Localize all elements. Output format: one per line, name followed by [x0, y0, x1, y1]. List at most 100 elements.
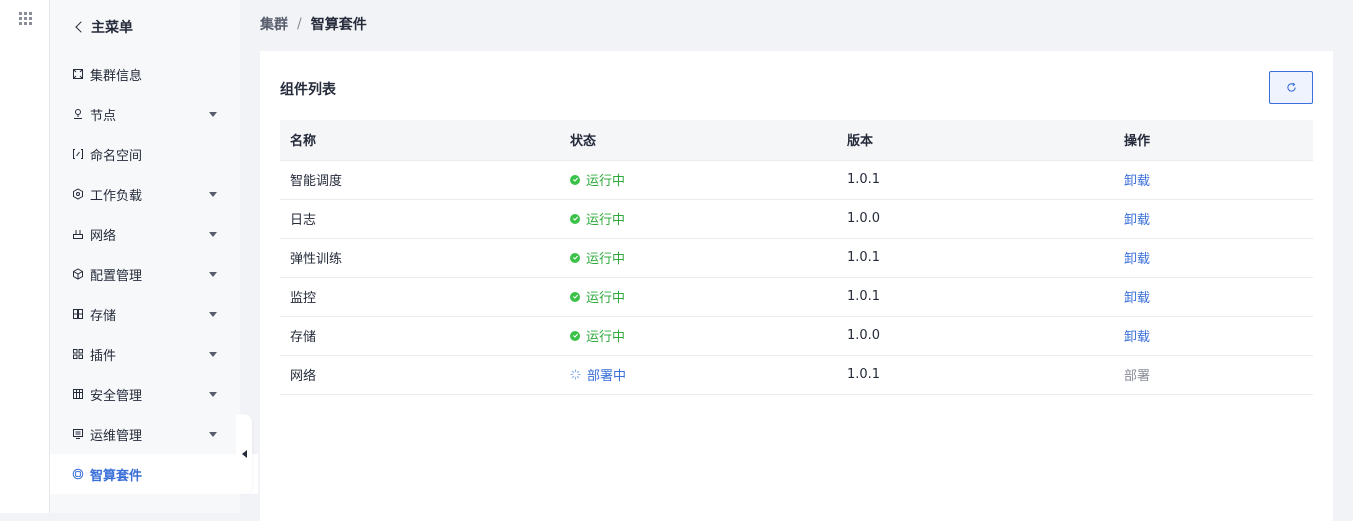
refresh-icon: [1286, 82, 1296, 92]
table-row: 弹性训练 运行中 1.0.1 卸载: [280, 238, 1313, 277]
collapse-arrow-icon: [242, 450, 247, 458]
sidebar-item-namespace[interactable]: 命名空间: [50, 134, 240, 174]
component-version: 1.0.1: [847, 289, 881, 304]
sidebar-item-config[interactable]: 配置管理: [50, 254, 240, 294]
check-circle-icon: [570, 291, 580, 302]
sidebar-menu: 集群信息节点命名空间工作负载网络配置管理 存储插件安全管理运维管理智算套件: [50, 54, 258, 494]
sidebar-item-plugin[interactable]: 插件: [50, 334, 240, 374]
status-cell: 运行中: [560, 160, 837, 199]
table-row: 存储 运行中 1.0.0 卸载: [280, 316, 1313, 355]
chevron-down-icon[interactable]: [209, 352, 217, 357]
table-row: 网络 部署中 1.0.1 部署: [280, 355, 1313, 394]
refresh-button[interactable]: [1269, 71, 1313, 104]
status-cell: 运行中: [560, 277, 837, 316]
ops-icon: [72, 428, 84, 440]
actions-cell: 部署: [1114, 355, 1313, 394]
breadcrumb-cluster-link[interactable]: 集群: [260, 14, 288, 34]
component-name: 网络: [290, 369, 317, 384]
status-cell: 运行中: [560, 199, 837, 238]
loading-spinner-icon: [570, 369, 581, 380]
uninstall-action[interactable]: 卸载: [1124, 291, 1150, 306]
status-label: 部署中: [587, 369, 627, 384]
security-icon: [72, 388, 84, 400]
status-label: 运行中: [586, 252, 626, 267]
breadcrumb-separator: /: [297, 16, 302, 32]
component-name: 日志: [290, 213, 317, 228]
table-row: 监控 运行中 1.0.1 卸载: [280, 277, 1313, 316]
status-badge: 运行中: [570, 326, 625, 345]
sidebar-item-storage[interactable]: 存储: [50, 294, 240, 334]
component-version: 1.0.1: [847, 172, 881, 187]
status-badge: 运行中: [570, 248, 625, 267]
breadcrumb-current: 智算套件: [310, 17, 367, 33]
card-title: 组件列表: [280, 82, 336, 98]
sidebar-item-ai-suite[interactable]: 智算套件: [50, 454, 258, 494]
uninstall-action[interactable]: 卸载: [1124, 252, 1150, 267]
component-table: 名称 状态 版本 操作 智能调度 运行中 1.0.1 卸载 日志 运行中 1.0.0 卸载 弹性…: [280, 120, 1313, 395]
plugin-icon: [72, 348, 84, 360]
chevron-down-icon[interactable]: [209, 432, 217, 437]
chevron-down-icon[interactable]: [209, 232, 217, 237]
sidebar-item-ops[interactable]: 运维管理: [50, 414, 240, 454]
check-circle-icon: [570, 252, 580, 263]
sidebar-item-label: 智算套件: [90, 468, 143, 484]
sidebar-item-label: 安全管理: [90, 388, 143, 404]
sidebar-item-security[interactable]: 安全管理: [50, 374, 240, 414]
column-header-version: 版本: [847, 134, 874, 150]
uninstall-action[interactable]: 卸载: [1124, 330, 1150, 345]
chevron-down-icon[interactable]: [209, 192, 217, 197]
status-label: 运行中: [586, 291, 626, 306]
sidebar-item-label: 工作负载: [90, 188, 143, 204]
uninstall-action[interactable]: 卸载: [1124, 213, 1150, 228]
column-header-status: 状态: [570, 134, 597, 150]
sidebar-item-label: 节点: [90, 108, 117, 124]
back-to-main-menu-button[interactable]: 主菜单: [74, 16, 133, 38]
status-label: 运行中: [586, 330, 626, 345]
chevron-left-icon: [75, 21, 87, 33]
sidebar-collapse-toggle[interactable]: [236, 414, 252, 494]
status-cell: 部署中: [560, 355, 837, 394]
status-label: 运行中: [586, 213, 626, 228]
sidebar-item-network[interactable]: 网络: [50, 214, 240, 254]
workload-icon: [72, 188, 84, 200]
sidebar-item-node[interactable]: 节点: [50, 94, 240, 134]
component-name: 存储: [290, 330, 317, 345]
app-grid-icon[interactable]: [19, 12, 32, 25]
chevron-down-icon[interactable]: [209, 392, 217, 397]
component-version: 1.0.0: [847, 211, 881, 226]
actions-cell: 卸载: [1114, 160, 1313, 199]
actions-cell: 卸载: [1114, 238, 1313, 277]
chevron-down-icon[interactable]: [209, 272, 217, 277]
sidebar-item-label: 命名空间: [90, 148, 143, 164]
table-row: 智能调度 运行中 1.0.1 卸载: [280, 160, 1313, 199]
column-header-actions: 操作: [1124, 134, 1151, 150]
network-icon: [72, 228, 84, 240]
app-rail: [0, 0, 50, 513]
check-circle-icon: [570, 174, 580, 185]
back-label: 主菜单: [91, 20, 133, 36]
chevron-down-icon[interactable]: [209, 112, 217, 117]
ai-suite-icon: [72, 468, 84, 480]
storage-icon: [72, 308, 84, 320]
deploy-action: 部署: [1124, 369, 1151, 384]
sidebar-item-label: 网络: [90, 228, 117, 244]
check-circle-icon: [570, 213, 580, 224]
status-badge: 部署中: [570, 365, 626, 384]
table-header-row: 名称 状态 版本 操作: [280, 120, 1313, 160]
config-icon: [72, 268, 84, 280]
sidebar-item-workload[interactable]: 工作负载: [50, 174, 240, 214]
uninstall-action[interactable]: 卸载: [1124, 174, 1150, 189]
sidebar-item-cluster[interactable]: 集群信息: [50, 54, 240, 94]
actions-cell: 卸载: [1114, 316, 1313, 355]
status-badge: 运行中: [570, 287, 625, 306]
sidebar-item-label: 插件: [90, 348, 117, 364]
table-row: 日志 运行中 1.0.0 卸载: [280, 199, 1313, 238]
chevron-down-icon[interactable]: [209, 312, 217, 317]
breadcrumb: 集群 / 智算套件: [260, 14, 367, 34]
node-icon: [72, 108, 84, 120]
actions-cell: 卸载: [1114, 199, 1313, 238]
sidebar-item-label: 集群信息: [90, 68, 143, 84]
sidebar-item-label: 运维管理: [90, 428, 143, 444]
status-label: 运行中: [586, 174, 626, 189]
component-version: 1.0.1: [847, 367, 881, 382]
